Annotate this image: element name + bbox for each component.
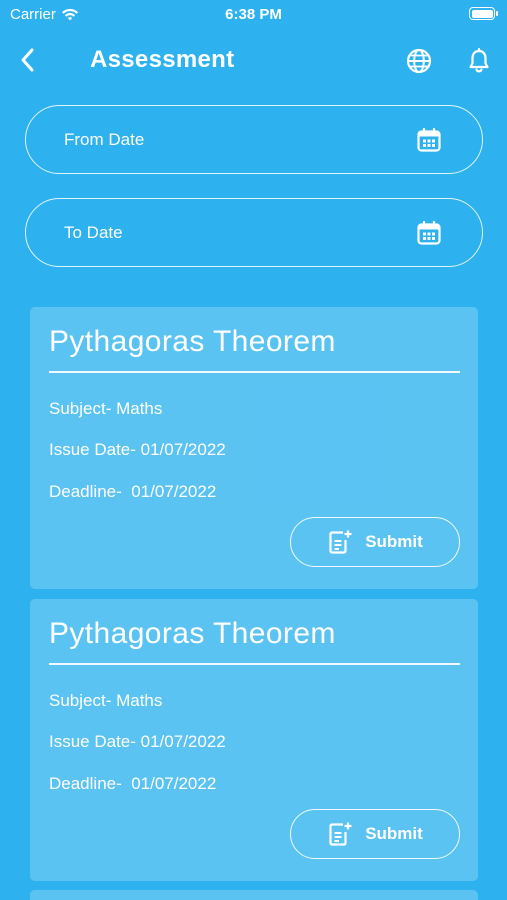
add-note-icon <box>329 822 352 846</box>
back-button[interactable] <box>14 46 42 74</box>
submit-label: Submit <box>365 824 423 843</box>
assessment-subject: Subject- Maths <box>49 691 163 710</box>
assessment-card: Pythagoras Theorem Subject- Maths Issue … <box>30 307 478 589</box>
calendar-icon <box>417 220 441 245</box>
app-header: Assessment <box>0 36 507 84</box>
assessment-deadline: Deadline- 01/07/2022 <box>49 482 217 501</box>
assessment-title: Pythagoras Theorem <box>49 325 336 358</box>
assessment-deadline: Deadline- 01/07/2022 <box>49 774 217 793</box>
globe-icon <box>406 48 432 74</box>
battery-icon <box>469 7 498 20</box>
assessment-issue-date: Issue Date- 01/07/2022 <box>49 440 226 459</box>
assessment-card: Pythagoras Theorem Subject- Maths Issue … <box>30 599 478 881</box>
divider <box>49 663 460 665</box>
from-date-placeholder: From Date <box>64 129 145 149</box>
submit-label: Submit <box>365 532 423 551</box>
submit-button[interactable]: Submit <box>290 809 460 859</box>
assessment-card-partial <box>30 890 478 900</box>
assessment-subject: Subject- Maths <box>49 399 163 418</box>
from-date-field[interactable]: From Date <box>25 105 483 174</box>
assessment-issue-date: Issue Date- 01/07/2022 <box>49 732 226 751</box>
status-time: 6:38 PM <box>225 6 282 23</box>
to-date-placeholder: To Date <box>64 222 123 242</box>
language-button[interactable] <box>404 46 434 76</box>
calendar-icon <box>417 127 441 152</box>
assessment-title: Pythagoras Theorem <box>49 617 336 650</box>
notifications-button[interactable] <box>464 46 494 76</box>
page-title: Assessment <box>90 46 235 73</box>
status-bar: Carrier 6:38 PM <box>0 0 507 30</box>
divider <box>49 371 460 373</box>
to-date-field[interactable]: To Date <box>25 198 483 267</box>
bell-icon <box>469 47 489 73</box>
back-icon <box>21 48 34 72</box>
submit-button[interactable]: Submit <box>290 517 460 567</box>
add-note-icon <box>329 530 352 554</box>
